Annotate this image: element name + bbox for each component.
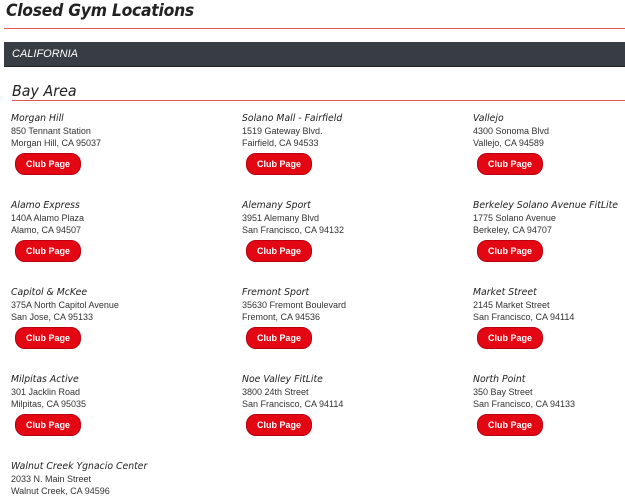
club-street: 2145 Market Street [473,300,550,310]
club-name: Solano Mall - Fairfield [242,113,343,124]
club-page-button[interactable]: Club Page [246,414,313,436]
club-page-button[interactable]: Club Page [15,327,82,349]
club-name: Milpitas Active [11,374,79,385]
club-card: Fremont Sport 35630 Fremont Boulevard Fr… [242,286,442,349]
club-card: Milpitas Active 301 Jacklin Road Milpita… [11,373,211,436]
club-name: Noe Valley FitLite [242,374,323,385]
club-page-button[interactable]: Club Page [15,240,82,262]
club-page-button[interactable]: Club Page [246,240,313,262]
club-page-button[interactable]: Club Page [477,153,544,175]
club-name: Capitol & McKee [11,287,88,298]
club-card: Walnut Creek Ygnacio Center 2033 N. Main… [11,460,211,497]
region-divider [12,100,625,101]
club-street: 3800 24th Street [242,387,309,397]
club-city: San Francisco, CA 94114 [242,399,344,409]
club-city: Berkeley, CA 94707 [473,225,552,235]
club-city: San Francisco, CA 94133 [473,399,576,409]
club-page-button[interactable]: Club Page [15,414,82,436]
club-street: 850 Tennant Station [11,126,91,136]
club-card: North Point 350 Bay Street San Francisco… [473,373,625,436]
club-city: Alamo, CA 94507 [11,225,82,235]
club-city: Walnut Creek, CA 94596 [11,486,110,496]
club-page-button[interactable]: Club Page [246,327,313,349]
club-page-button[interactable]: Club Page [246,153,313,175]
state-header: CALIFORNIA [4,42,625,67]
club-card: Capitol & McKee 375A North Capitol Avenu… [11,286,211,349]
club-street: 301 Jacklin Road [11,387,81,397]
club-card: Berkeley Solano Avenue FitLite 1775 Sola… [473,199,625,262]
club-street: 1519 Gateway Blvd. [242,126,323,136]
club-page-button[interactable]: Club Page [15,153,82,175]
club-name: Berkeley Solano Avenue FitLite [473,200,618,211]
region-title: Bay Area [12,82,77,100]
club-city: Fremont, CA 94536 [242,312,321,322]
title-divider [4,28,625,29]
club-street: 350 Bay Street [473,387,533,397]
club-name: Fremont Sport [242,287,310,298]
club-name: Morgan Hill [11,113,64,124]
page-title: Closed Gym Locations [6,1,194,21]
club-city: Milpitas, CA 95035 [11,399,87,409]
club-card: Noe Valley FitLite 3800 24th Street San … [242,373,442,436]
club-card: Alamo Express 140A Alamo Plaza Alamo, CA… [11,199,211,262]
club-street: 35630 Fremont Boulevard [242,300,347,310]
club-street: 375A North Capitol Avenue [11,300,119,310]
club-card: Solano Mall - Fairfield 1519 Gateway Blv… [242,112,442,175]
club-street: 3951 Alemany Blvd [242,213,320,223]
club-city: Fairfield, CA 94533 [242,138,319,148]
club-page-button[interactable]: Club Page [477,327,544,349]
club-city: Vallejo, CA 94589 [473,138,544,148]
club-card: Alemany Sport 3951 Alemany Blvd San Fran… [242,199,442,262]
club-city: San Jose, CA 95133 [11,312,94,322]
club-street: 1775 Solano Avenue [473,213,556,223]
club-name: Market Street [473,287,537,298]
club-city: San Francisco, CA 94132 [242,225,345,235]
club-street: 4300 Sonoma Blvd [473,126,550,136]
club-card: Market Street 2145 Market Street San Fra… [473,286,625,349]
club-city: San Francisco, CA 94114 [473,312,575,322]
club-card: Morgan Hill 850 Tennant Station Morgan H… [11,112,211,175]
club-city: Morgan Hill, CA 95037 [11,138,102,148]
club-street: 2033 N. Main Street [11,474,92,484]
club-street: 140A Alamo Plaza [11,213,85,223]
club-page-button[interactable]: Club Page [477,414,544,436]
club-name: North Point [473,374,526,385]
club-name: Alamo Express [11,200,80,211]
club-name: Vallejo [473,113,504,124]
club-page-button[interactable]: Club Page [477,240,544,262]
club-card: Vallejo 4300 Sonoma Blvd Vallejo, CA 945… [473,112,625,175]
club-name: Walnut Creek Ygnacio Center [11,461,148,472]
club-name: Alemany Sport [242,200,311,211]
